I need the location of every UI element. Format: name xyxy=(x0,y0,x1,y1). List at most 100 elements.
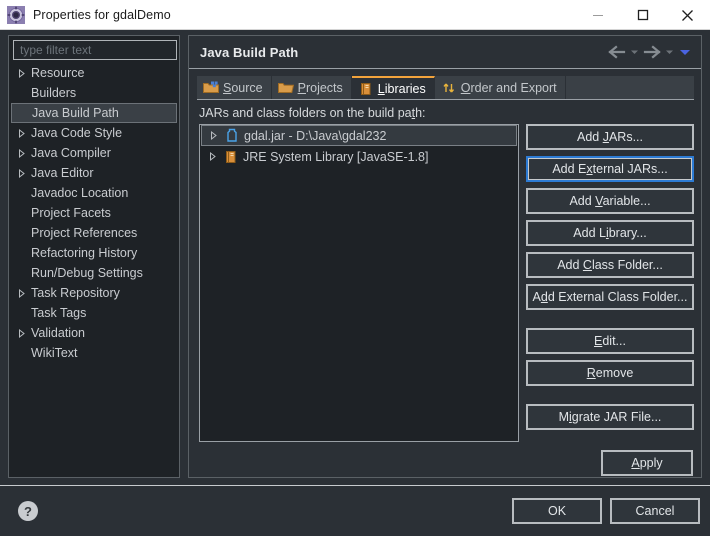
button-label: Remove xyxy=(586,366,634,380)
button-label: Migrate JAR File... xyxy=(558,410,662,424)
source-folder-icon xyxy=(203,81,219,95)
button-label: Add Library... xyxy=(573,226,647,240)
expand-triangle-icon[interactable] xyxy=(13,328,30,338)
sidebar-item-resource[interactable]: Resource xyxy=(9,63,179,83)
sidebar-item-label: Javadoc Location xyxy=(31,186,129,200)
minimize-button[interactable] xyxy=(575,0,620,30)
tab-source[interactable]: Source xyxy=(197,76,272,99)
expand-triangle-icon[interactable] xyxy=(203,131,223,140)
expand-triangle-icon[interactable] xyxy=(13,148,30,158)
sidebar-item-java-compiler[interactable]: Java Compiler xyxy=(9,143,179,163)
sidebar-item-label: Refactoring History xyxy=(31,246,138,260)
button-spacer xyxy=(526,310,694,328)
sidebar-item-project-references[interactable]: Project References xyxy=(9,223,179,243)
button-label: Add Variable... xyxy=(569,194,651,208)
edit-button[interactable]: Edit... xyxy=(526,328,694,354)
tab-strip-filler xyxy=(565,76,694,99)
sidebar-item-task-repository[interactable]: Task Repository xyxy=(9,283,179,303)
cancel-button[interactable]: Cancel xyxy=(610,498,700,524)
tab-label: Source xyxy=(223,80,263,95)
expand-triangle-icon[interactable] xyxy=(13,68,30,78)
sidebar-item-label: WikiText xyxy=(31,346,78,360)
back-arrow-icon[interactable] xyxy=(607,42,627,62)
sidebar-item-project-facets[interactable]: Project Facets xyxy=(9,203,179,223)
sidebar-item-builders[interactable]: Builders xyxy=(9,83,179,103)
sidebar-item-javadoc-location[interactable]: Javadoc Location xyxy=(9,183,179,203)
help-icon[interactable]: ? xyxy=(17,500,39,522)
sidebar-item-java-editor[interactable]: Java Editor xyxy=(9,163,179,183)
button-spacer xyxy=(526,386,694,404)
tab-strip: Source Projects Libraries Order and Export xyxy=(197,76,694,99)
tab-label: Projects xyxy=(297,80,343,95)
dialog-body: type filter text Resource Builders Java Bu… xyxy=(0,30,710,485)
order-arrows-icon xyxy=(441,81,457,95)
expand-triangle-icon[interactable] xyxy=(13,128,30,138)
library-book-icon xyxy=(358,82,374,96)
button-label: Add External JARs... xyxy=(552,162,668,176)
footer-buttons: OK Cancel xyxy=(512,498,700,524)
window-title: Properties for gdalDemo xyxy=(33,8,171,22)
button-label: Edit... xyxy=(594,334,626,348)
library-book-icon xyxy=(222,149,240,165)
projects-folder-icon xyxy=(277,81,294,95)
add-library-button[interactable]: Add Library... xyxy=(526,220,694,246)
sidebar-item-run-debug-settings[interactable]: Run/Debug Settings xyxy=(9,263,179,283)
tab-label: Order and Export xyxy=(460,80,557,95)
sidebar-item-label: Resource xyxy=(31,66,85,80)
sidebar-item-refactoring-history[interactable]: Refactoring History xyxy=(9,243,179,263)
filter-placeholder: type filter text xyxy=(20,43,92,57)
sidebar-item-label: Java Compiler xyxy=(31,146,111,160)
sidebar-item-task-tags[interactable]: Task Tags xyxy=(9,303,179,323)
button-label: Add External Class Folder... xyxy=(532,290,688,304)
jar-icon xyxy=(223,128,241,144)
sidebar-item-java-code-style[interactable]: Java Code Style xyxy=(9,123,179,143)
add-jars-button[interactable]: Add JARs... xyxy=(526,124,694,150)
add-external-jars-button[interactable]: Add External JARs... xyxy=(526,156,694,182)
build-path-entry-label: gdal.jar - D:\Java\gdal232 xyxy=(244,128,387,143)
dialog-footer: ? OK Cancel xyxy=(0,486,710,536)
tab-label: Libraries xyxy=(377,81,426,96)
tab-order-and-export[interactable]: Order and Export xyxy=(434,76,566,99)
sidebar-item-label: Java Editor xyxy=(31,166,94,180)
sidebar-tree: Resource Builders Java Build Path Java Code… xyxy=(9,63,179,477)
title-bar: Properties for gdalDemo xyxy=(0,0,710,30)
build-path-entry[interactable]: gdal.jar - D:\Java\gdal232 xyxy=(201,125,517,146)
cancel-button-label: Cancel xyxy=(635,504,675,518)
svg-text:?: ? xyxy=(24,504,32,519)
close-button[interactable] xyxy=(665,0,710,30)
migrate-jar-file-button[interactable]: Migrate JAR File... xyxy=(526,404,694,430)
forward-chevron-down-icon[interactable] xyxy=(664,42,675,62)
build-path-entry[interactable]: JRE System Library [JavaSE-1.8] xyxy=(200,146,518,167)
tab-projects[interactable]: Projects xyxy=(271,76,352,99)
ok-button[interactable]: OK xyxy=(512,498,602,524)
view-menu-chevron-down-icon[interactable] xyxy=(677,42,693,62)
apply-button[interactable]: Apply xyxy=(601,450,693,476)
navigation-icons xyxy=(607,42,693,62)
sidebar-item-label: Task Repository xyxy=(31,286,120,300)
ok-button-label: OK xyxy=(547,504,567,518)
content-header: Java Build Path xyxy=(189,36,701,68)
filter-input[interactable]: type filter text xyxy=(13,40,177,60)
button-spacer xyxy=(526,430,694,436)
remove-button[interactable]: Remove xyxy=(526,360,694,386)
button-label: Add Class Folder... xyxy=(557,258,663,272)
back-chevron-down-icon[interactable] xyxy=(629,42,640,62)
maximize-button[interactable] xyxy=(620,0,665,30)
expand-triangle-icon[interactable] xyxy=(202,152,222,161)
button-label: Add JARs... xyxy=(576,130,643,144)
build-path-list[interactable]: gdal.jar - D:\Java\gdal232 JRE System Lib… xyxy=(199,124,519,442)
expand-triangle-icon[interactable] xyxy=(13,288,30,298)
properties-dialog: Properties for gdalDemo type filter text… xyxy=(0,0,710,536)
tab-libraries[interactable]: Libraries xyxy=(351,76,435,99)
sidebar-item-validation[interactable]: Validation xyxy=(9,323,179,343)
sidebar-item-wikitext[interactable]: WikiText xyxy=(9,343,179,363)
add-class-folder-button[interactable]: Add Class Folder... xyxy=(526,252,694,278)
add-external-class-folder-button[interactable]: Add External Class Folder... xyxy=(526,284,694,310)
add-variable-button[interactable]: Add Variable... xyxy=(526,188,694,214)
expand-triangle-icon[interactable] xyxy=(13,168,30,178)
sidebar-item-label: Builders xyxy=(31,86,77,100)
forward-arrow-icon[interactable] xyxy=(642,42,662,62)
sidebar-item-label: Java Build Path xyxy=(32,106,119,120)
sidebar-item-java-build-path[interactable]: Java Build Path xyxy=(11,103,177,123)
sidebar-item-label: Run/Debug Settings xyxy=(31,266,143,280)
